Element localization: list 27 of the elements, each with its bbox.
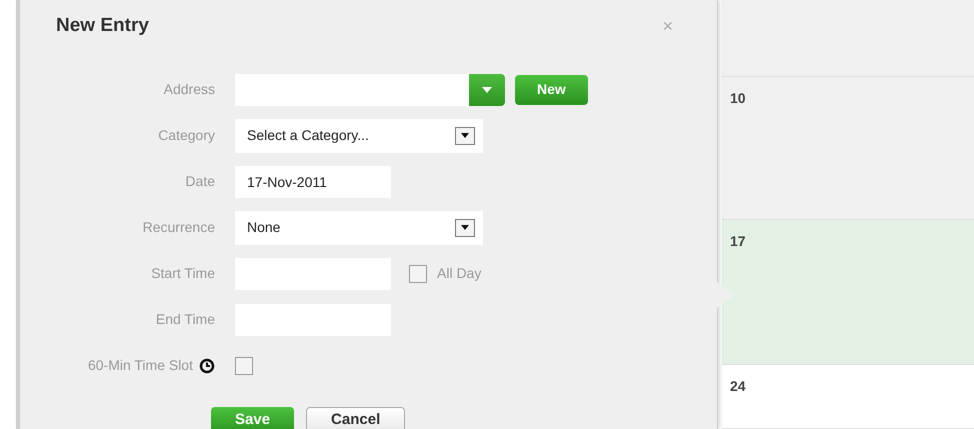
field-label: Date [185, 172, 215, 191]
day-number: 24 [730, 378, 746, 394]
select-field[interactable]: None [235, 210, 483, 244]
dialog-title: New Entry [56, 14, 149, 38]
dropdown-button[interactable] [455, 218, 475, 236]
field-label: Address [164, 80, 215, 99]
address-field[interactable] [235, 74, 505, 106]
day-number: 10 [730, 90, 746, 106]
calendar-day[interactable]: 10 [722, 77, 974, 220]
field-label: End Time [156, 310, 215, 329]
checkbox[interactable] [409, 264, 427, 282]
field-label: Category [158, 126, 215, 145]
input-field[interactable]: 17-Nov-2011 [235, 166, 391, 198]
cancel-button[interactable]: Cancel [306, 406, 406, 429]
field-label: Start Time [151, 264, 215, 283]
field-label: 60-Min Time Slot [88, 356, 193, 375]
field-label: Recurrence [142, 218, 215, 237]
select-field[interactable]: Select a Category... [235, 118, 483, 152]
checkbox[interactable] [235, 356, 253, 374]
day-number: 17 [730, 233, 746, 249]
clock-icon [199, 358, 215, 374]
checkbox-label: All Day [437, 264, 482, 283]
caret-icon [461, 133, 469, 138]
dropdown-button[interactable] [455, 126, 475, 144]
caret-icon [482, 86, 492, 92]
calendar-day[interactable]: 17 [722, 220, 974, 365]
caret-icon [461, 225, 469, 230]
